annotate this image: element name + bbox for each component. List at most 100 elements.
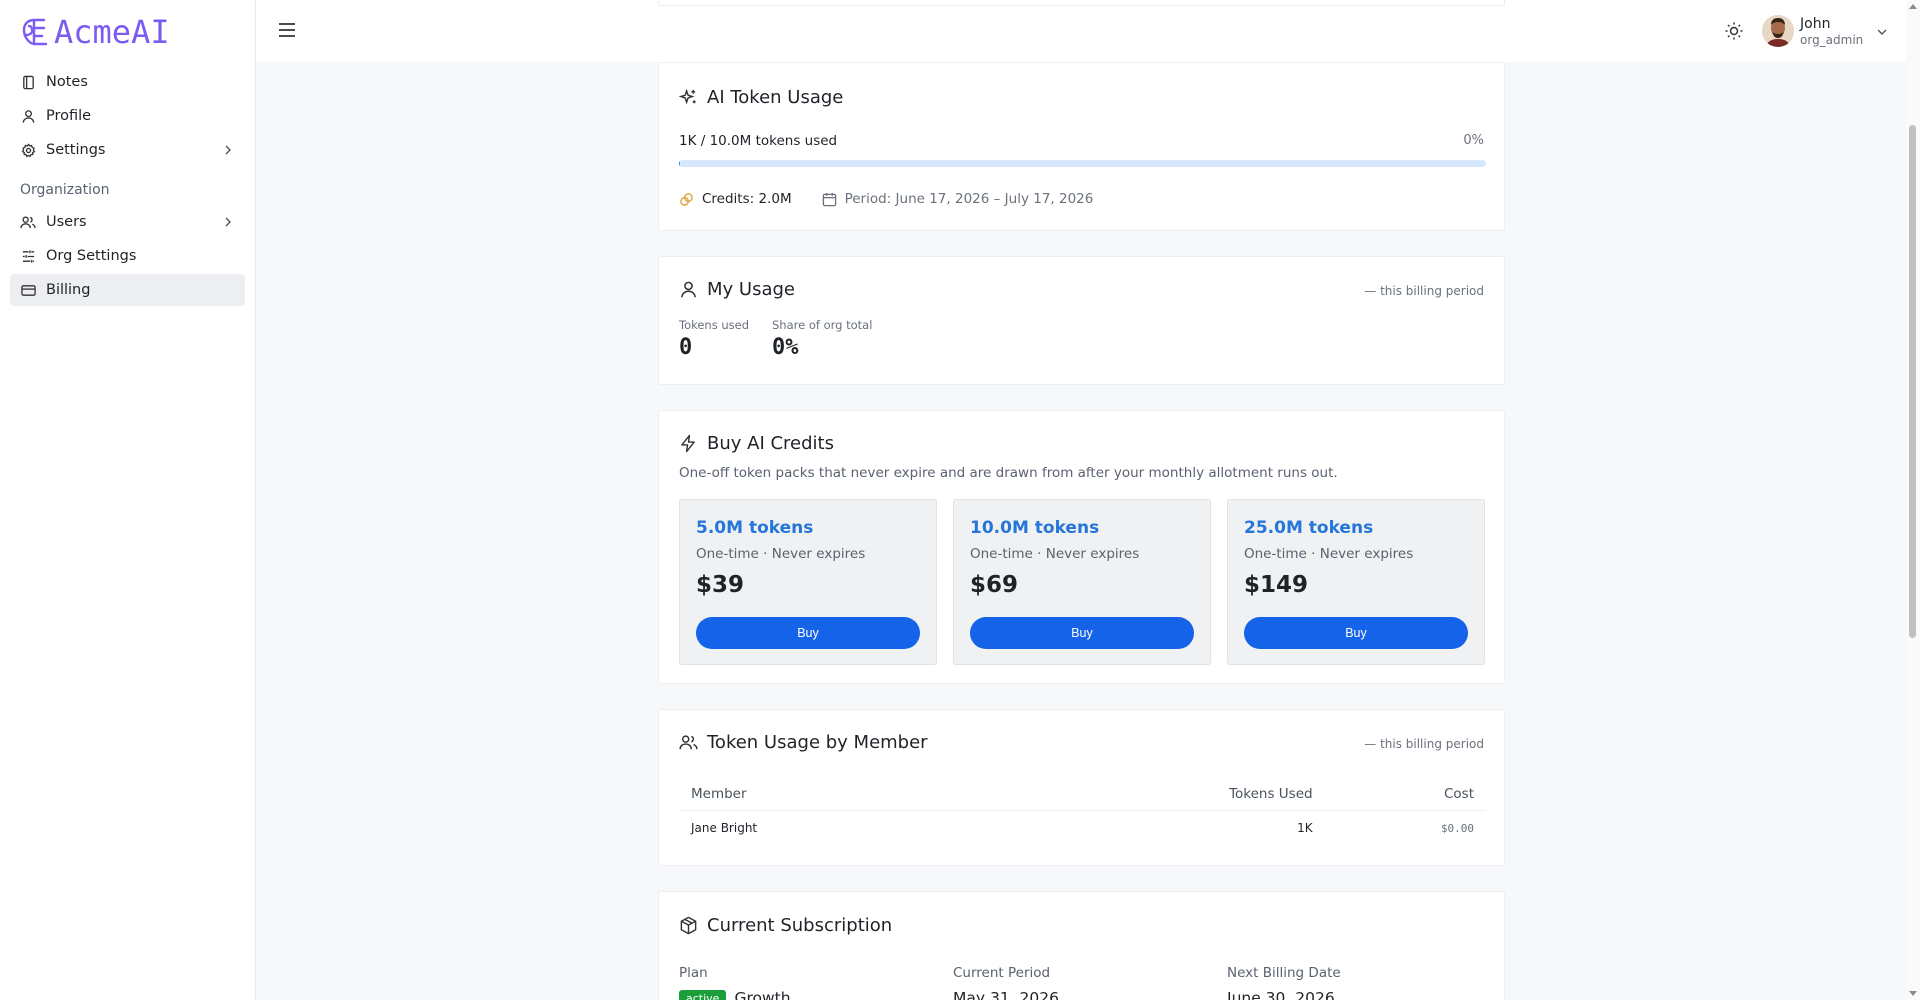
credits-text: Credits: 2.0M (702, 191, 792, 207)
usage-percent: 0% (1463, 133, 1484, 148)
stat-label: Tokens used (679, 318, 750, 332)
stat-label: Share of org total (772, 318, 873, 332)
current-period-value: May 31, 2026 (953, 989, 1059, 1000)
coins-icon (680, 192, 693, 206)
column-header-cost: Cost (1324, 778, 1486, 811)
buy-credits-card: Buy AI Credits One-off token packs that … (658, 410, 1505, 684)
top-bar: John org_admin (256, 0, 1920, 62)
ai-token-usage-card: AI Token Usage 1K / 10.0M tokens used 0%… (658, 62, 1505, 231)
status-badge: active (679, 989, 727, 1000)
pack-price: $39 (696, 572, 745, 598)
plan-label: Plan (679, 965, 708, 981)
tokens-used-text: 1K / 10.0M tokens used (679, 133, 838, 149)
logo[interactable]: AcmeAI (0, 0, 255, 66)
section-label-organization: Organization (20, 182, 110, 198)
column-header-tokens: Tokens Used (1122, 778, 1325, 811)
pack-price: $149 (1244, 572, 1309, 598)
card-title: Token Usage by Member (679, 732, 928, 753)
chevron-right-icon (225, 145, 231, 155)
sidebar-item-settings[interactable]: Settings (10, 134, 245, 166)
user-name: John (1800, 16, 1831, 32)
next-billing-value: June 30, 2026 (1227, 989, 1335, 1000)
pack-name: 10.0M tokens (970, 518, 1100, 538)
sidebar-item-notes[interactable]: Notes (10, 66, 245, 98)
table-row: Jane Bright 1K $0.00 (679, 810, 1486, 846)
notebook-icon (20, 74, 36, 90)
credit-card-icon (20, 282, 36, 298)
period-note: — this billing period (1364, 737, 1484, 751)
table-header-row: Member Tokens Used Cost (679, 778, 1486, 811)
stat-value: 0% (772, 335, 799, 360)
token-pack-10m: 10.0M tokens One-time · Never expires $6… (953, 499, 1211, 665)
pack-price: $69 (970, 572, 1019, 598)
member-usage-card: Token Usage by Member — this billing per… (658, 709, 1505, 866)
sidebar: AcmeAI Notes Profile Settings Organizati… (0, 0, 256, 1000)
scroll-down-arrow-icon[interactable] (1909, 991, 1917, 996)
subscription-card: Current Subscription Plan active Growth … (658, 891, 1505, 1000)
previous-card-edge (658, 0, 1505, 6)
sidebar-item-profile[interactable]: Profile (10, 100, 245, 132)
buy-button[interactable]: Buy (696, 617, 920, 649)
sidebar-item-label: Settings (46, 142, 106, 158)
sidebar-item-label: Profile (46, 108, 92, 124)
scroll-up-arrow-icon[interactable] (1909, 4, 1917, 9)
hamburger-menu-icon[interactable] (276, 19, 298, 41)
card-title-text: AI Token Usage (707, 87, 844, 108)
pack-subtitle: One-time · Never expires (1244, 546, 1414, 562)
card-title: Current Subscription (679, 915, 892, 936)
stat-tokens-used: Tokens used 0 (679, 318, 749, 360)
sidebar-item-label: Org Settings (46, 248, 137, 264)
usage-meta: Credits: 2.0M Period: June 17, 2026 – Ju… (679, 191, 1093, 207)
sidebar-item-org-settings[interactable]: Org Settings (10, 240, 245, 272)
pack-name: 25.0M tokens (1244, 518, 1374, 538)
cell-member: Jane Bright (691, 821, 758, 836)
my-usage-card: My Usage — this billing period Tokens us… (658, 256, 1505, 385)
scroll-thumb[interactable] (1909, 125, 1916, 638)
sun-icon[interactable] (1724, 21, 1744, 41)
next-billing-label: Next Billing Date (1227, 965, 1341, 981)
sidebar-item-label: Notes (46, 74, 88, 90)
pack-subtitle: One-time · Never expires (696, 546, 866, 562)
member-usage-table: Member Tokens Used Cost Jane Bright 1K $… (679, 778, 1486, 846)
current-period-label: Current Period (953, 965, 1051, 981)
card-title: My Usage (679, 279, 795, 300)
user-icon (20, 108, 36, 124)
billing-period-text: Period: June 17, 2026 – July 17, 2026 (844, 191, 1094, 207)
next-billing-column: Next Billing Date June 30, 2026 (1227, 965, 1341, 1000)
avatar[interactable] (1762, 15, 1794, 47)
brand-name: AcmeAI (54, 13, 170, 51)
sliders-icon (20, 248, 36, 264)
token-pack-5m: 5.0M tokens One-time · Never expires $39… (679, 499, 937, 665)
sidebar-nav: Notes Profile Settings (0, 66, 255, 166)
token-pack-25m: 25.0M tokens One-time · Never expires $1… (1227, 499, 1485, 665)
cell-tokens: 1K (1297, 821, 1313, 836)
usage-progress-bar (679, 160, 1486, 167)
card-title: AI Token Usage (679, 87, 843, 108)
sidebar-item-label: Users (46, 214, 87, 230)
user-icon (679, 280, 698, 299)
cell-cost: $0.00 (1440, 821, 1474, 835)
card-title-text: Current Subscription (707, 915, 893, 936)
card-title-text: My Usage (707, 279, 795, 300)
stat-value: 0 (679, 335, 693, 360)
plan-column: Plan active Growth (679, 965, 791, 1000)
chevron-down-icon[interactable] (1875, 25, 1889, 39)
plan-name: Growth (734, 989, 791, 1000)
sidebar-item-billing[interactable]: Billing (10, 274, 245, 306)
sidebar-item-users[interactable]: Users (10, 206, 245, 238)
user-menu[interactable]: John org_admin (1800, 16, 1863, 47)
current-period-column: Current Period May 31, 2026 (953, 965, 1059, 1000)
buy-button[interactable]: Buy (1244, 617, 1468, 649)
page-scrollbar[interactable] (1906, 0, 1920, 1000)
buy-button[interactable]: Buy (970, 617, 1194, 649)
card-title-text: Token Usage by Member (707, 732, 928, 753)
users-icon (20, 214, 36, 230)
package-icon (679, 916, 698, 935)
user-role: org_admin (1800, 33, 1864, 47)
chevron-right-icon (225, 217, 231, 227)
card-description: One-off token packs that never expire an… (679, 465, 1338, 481)
pack-name: 5.0M tokens (696, 518, 814, 538)
lightning-icon (679, 434, 698, 453)
column-header-member: Member (679, 778, 1123, 811)
period-note: — this billing period (1364, 284, 1484, 298)
